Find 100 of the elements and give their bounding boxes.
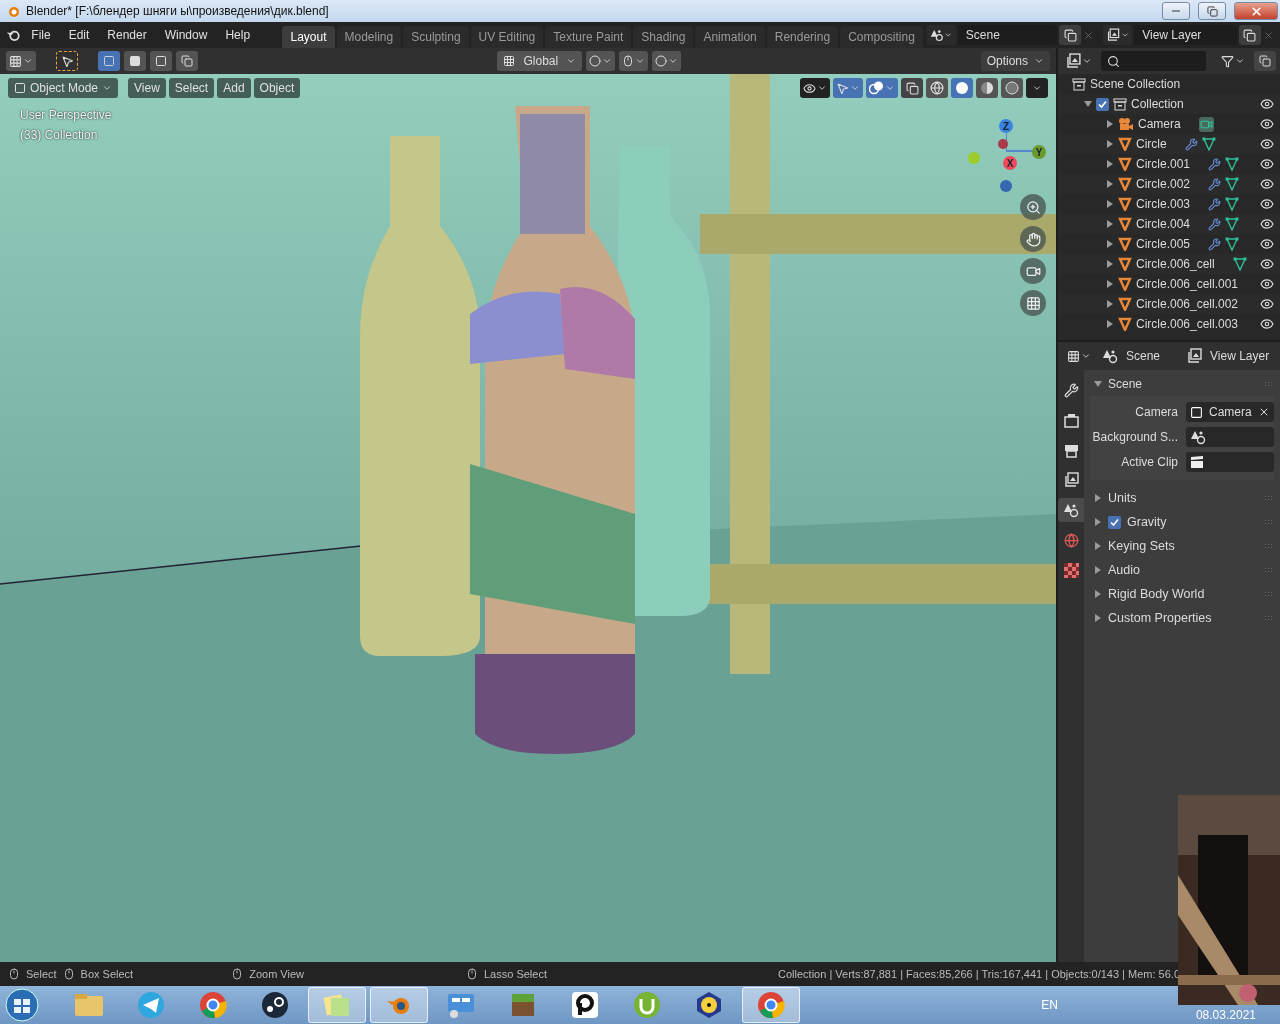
outliner-item[interactable]: Camera <box>1138 117 1181 131</box>
collapsed-arrow-icon[interactable] <box>1106 140 1114 148</box>
collapsed-arrow-icon[interactable] <box>1094 494 1102 502</box>
menu-item[interactable]: Edit <box>60 28 98 42</box>
mesh-data-icon[interactable] <box>1201 137 1216 151</box>
viewport-menu[interactable]: Object <box>253 78 301 98</box>
taskbar-button[interactable] <box>370 987 428 1023</box>
eye-icon[interactable] <box>1260 237 1274 251</box>
minimize-button[interactable] <box>1162 2 1190 20</box>
close-button[interactable] <box>1234 2 1278 20</box>
proportional-edit-dropdown[interactable] <box>652 51 682 71</box>
object-field[interactable] <box>1186 452 1274 472</box>
gizmo-toggle[interactable] <box>833 78 863 98</box>
select-tool-button[interactable] <box>56 51 78 71</box>
panel-header[interactable]: Custom Properties <box>1108 611 1212 625</box>
duplicate-button[interactable] <box>1238 25 1261 45</box>
eye-icon[interactable] <box>1260 137 1274 151</box>
scene-selector-button[interactable] <box>926 25 956 45</box>
eye-icon[interactable] <box>1260 277 1274 291</box>
menu-item[interactable]: Render <box>99 28 155 42</box>
viewport-menu[interactable]: Add <box>217 78 251 98</box>
workspace-tab[interactable]: Rendering <box>766 26 839 48</box>
orientation-dropdown[interactable]: Global <box>497 51 583 71</box>
collapsed-arrow-icon[interactable] <box>1094 518 1102 526</box>
collapsed-arrow-icon[interactable] <box>1094 542 1102 550</box>
eye-icon[interactable] <box>1260 257 1274 271</box>
mesh-data-icon[interactable] <box>1225 177 1240 191</box>
outliner-item[interactable]: Circle.006_cell <box>1136 257 1215 271</box>
collapsed-arrow-icon[interactable] <box>1094 614 1102 622</box>
overlay-toggle[interactable] <box>866 78 898 98</box>
eye-icon[interactable] <box>1260 177 1274 191</box>
eye-icon[interactable] <box>1260 297 1274 311</box>
scene-field[interactable]: Scene <box>957 25 1058 45</box>
workspace-tab[interactable]: Animation <box>695 26 765 48</box>
outliner-item[interactable]: Circle.006_cell.003 <box>1135 317 1239 331</box>
wrench-icon[interactable] <box>1184 137 1198 151</box>
mode-dropdown[interactable]: Object Mode <box>8 78 119 98</box>
camera-data-icon[interactable] <box>1198 116 1214 132</box>
outliner-item[interactable]: Circle.006_cell.001 <box>1135 277 1239 291</box>
checkbox[interactable] <box>1108 515 1121 529</box>
workspace-tab[interactable]: Sculpting <box>403 26 469 48</box>
eye-icon[interactable] <box>1260 157 1274 171</box>
mesh-data-icon[interactable] <box>1225 197 1240 211</box>
collapsed-arrow-icon[interactable] <box>1106 180 1114 188</box>
outliner-item[interactable]: Circle.003 <box>1136 197 1191 211</box>
workspace-tab[interactable]: Texture Paint <box>545 26 632 48</box>
outliner-item[interactable]: Circle.006_cell.002 <box>1135 297 1239 311</box>
eye-icon[interactable] <box>1260 317 1274 331</box>
restore-button[interactable] <box>1198 2 1226 20</box>
collapsed-arrow-icon[interactable] <box>1106 160 1114 168</box>
workspace-tab[interactable]: Compositing <box>840 26 923 48</box>
expanded-arrow-icon[interactable] <box>1094 380 1102 388</box>
wrench-icon[interactable] <box>1208 217 1222 231</box>
shading-button[interactable] <box>976 78 998 98</box>
wrench-icon[interactable] <box>1208 177 1222 191</box>
panel-header[interactable]: Keying Sets <box>1108 539 1175 553</box>
object-field[interactable]: Camera <box>1186 402 1274 422</box>
expanded-arrow-icon[interactable] <box>1084 100 1092 108</box>
collapsed-arrow-icon[interactable] <box>1106 220 1114 228</box>
panel-header[interactable]: Rigid Body World <box>1108 587 1205 601</box>
viewport-menu[interactable]: Select <box>168 78 215 98</box>
mesh-data-icon[interactable] <box>1225 217 1240 231</box>
properties-tab[interactable]: View Layer <box>1210 349 1270 363</box>
mesh-data-icon[interactable] <box>1225 237 1240 251</box>
start-button[interactable] <box>4 987 40 1023</box>
properties-tab[interactable]: Scene <box>1126 349 1161 363</box>
properties-tab[interactable] <box>1058 498 1084 522</box>
outliner-item[interactable]: Collection <box>1131 97 1184 111</box>
collapsed-arrow-icon[interactable] <box>1094 566 1102 574</box>
outliner-item[interactable]: Circle.005 <box>1136 237 1191 251</box>
collapsed-arrow-icon[interactable] <box>1106 280 1114 288</box>
wrench-icon[interactable] <box>1208 157 1222 171</box>
xray-toggle[interactable] <box>901 78 923 98</box>
outliner-item[interactable]: Circle.001 <box>1136 157 1191 171</box>
wrench-icon[interactable] <box>1208 197 1222 211</box>
shading-button[interactable] <box>951 78 973 98</box>
menu-item[interactable]: Window <box>156 28 216 42</box>
snap-dropdown[interactable] <box>619 51 649 71</box>
workspace-tab[interactable]: Modeling <box>336 26 402 48</box>
collapsed-arrow-icon[interactable] <box>1106 260 1114 268</box>
collapsed-arrow-icon[interactable] <box>1106 120 1114 128</box>
workspace-tab[interactable]: Shading <box>633 26 694 48</box>
object-field[interactable] <box>1186 427 1274 447</box>
outliner-item[interactable]: Circle.004 <box>1136 217 1191 231</box>
panel-header[interactable]: Units <box>1108 491 1137 505</box>
options-dropdown[interactable]: Options <box>980 51 1050 71</box>
viewport-menu[interactable]: View <box>128 78 166 98</box>
menu-item[interactable]: File <box>23 28 59 42</box>
duplicate-button[interactable] <box>1059 25 1082 45</box>
outliner-item[interactable]: Circle <box>1136 137 1167 151</box>
shading-button[interactable] <box>1001 78 1023 98</box>
mesh-data-icon[interactable] <box>1225 157 1240 171</box>
menu-item[interactable]: Help <box>217 28 259 42</box>
view-layer-selector-button[interactable] <box>1103 25 1133 45</box>
collapsed-arrow-icon[interactable] <box>1106 240 1114 248</box>
view-layer-field[interactable]: View Layer <box>1134 25 1237 45</box>
workspace-tab[interactable]: Layout <box>282 26 335 48</box>
eye-icon[interactable] <box>1260 197 1274 211</box>
new-collection-button[interactable] <box>1254 51 1276 71</box>
eye-icon[interactable] <box>1260 97 1274 111</box>
